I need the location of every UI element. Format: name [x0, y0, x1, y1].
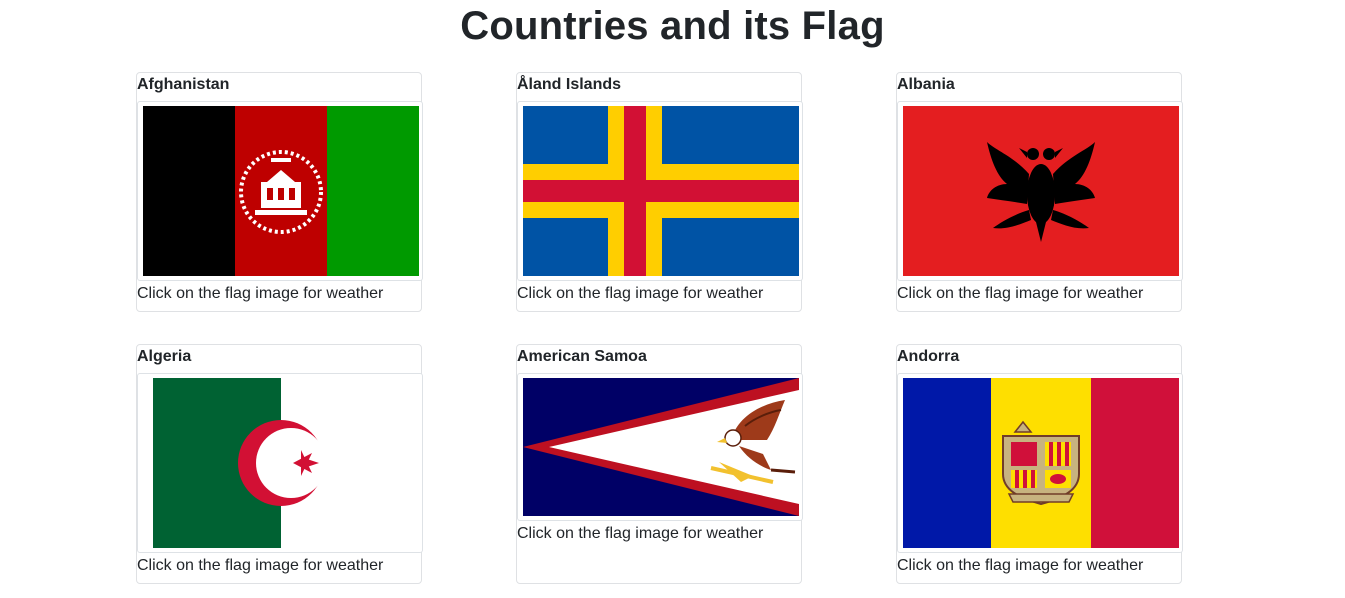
card-caption: Click on the flag image for weather: [137, 557, 384, 574]
country-name: Algeria: [137, 348, 192, 365]
country-card-aland-islands: Åland Islands Click on the flag image fo…: [516, 72, 803, 312]
card-caption: Click on the flag image for weather: [517, 285, 764, 302]
country-name: Andorra: [897, 348, 960, 365]
country-name: Åland Islands: [517, 76, 622, 93]
flag-image-albania[interactable]: [897, 101, 1183, 281]
algeria-flag-icon: [153, 378, 409, 548]
country-card-afghanistan: Afghanistan Click on the flag image for …: [136, 72, 423, 312]
flag-image-algeria[interactable]: [137, 373, 423, 553]
flag-image-aland-islands[interactable]: [517, 101, 803, 281]
page-title: Countries and its Flag: [460, 4, 885, 48]
country-card-albania: Albania Click on the flag image for weat…: [896, 72, 1183, 312]
flag-image-andorra[interactable]: [897, 373, 1183, 553]
albania-flag-icon: [903, 106, 1179, 276]
american-samoa-flag-icon: [523, 378, 799, 516]
card-caption: Click on the flag image for weather: [897, 285, 1144, 302]
country-name: American Samoa: [517, 348, 647, 365]
aland-islands-flag-icon: [523, 106, 799, 276]
andorra-flag-icon: [903, 378, 1179, 548]
afghanistan-flag-icon: [143, 106, 419, 276]
country-card-andorra: Andorra Click on the flag image for weat…: [896, 344, 1183, 584]
country-name: Afghanistan: [137, 76, 230, 93]
card-caption: Click on the flag image for weather: [517, 525, 764, 542]
country-name: Albania: [897, 76, 955, 93]
country-card-algeria: Algeria Click on the flag image for weat…: [136, 344, 423, 584]
country-card-american-samoa: American Samoa Click on the flag image f…: [516, 344, 803, 584]
card-caption: Click on the flag image for weather: [137, 285, 384, 302]
flag-image-afghanistan[interactable]: [137, 101, 423, 281]
card-caption: Click on the flag image for weather: [897, 557, 1144, 574]
flag-image-american-samoa[interactable]: [517, 373, 803, 521]
